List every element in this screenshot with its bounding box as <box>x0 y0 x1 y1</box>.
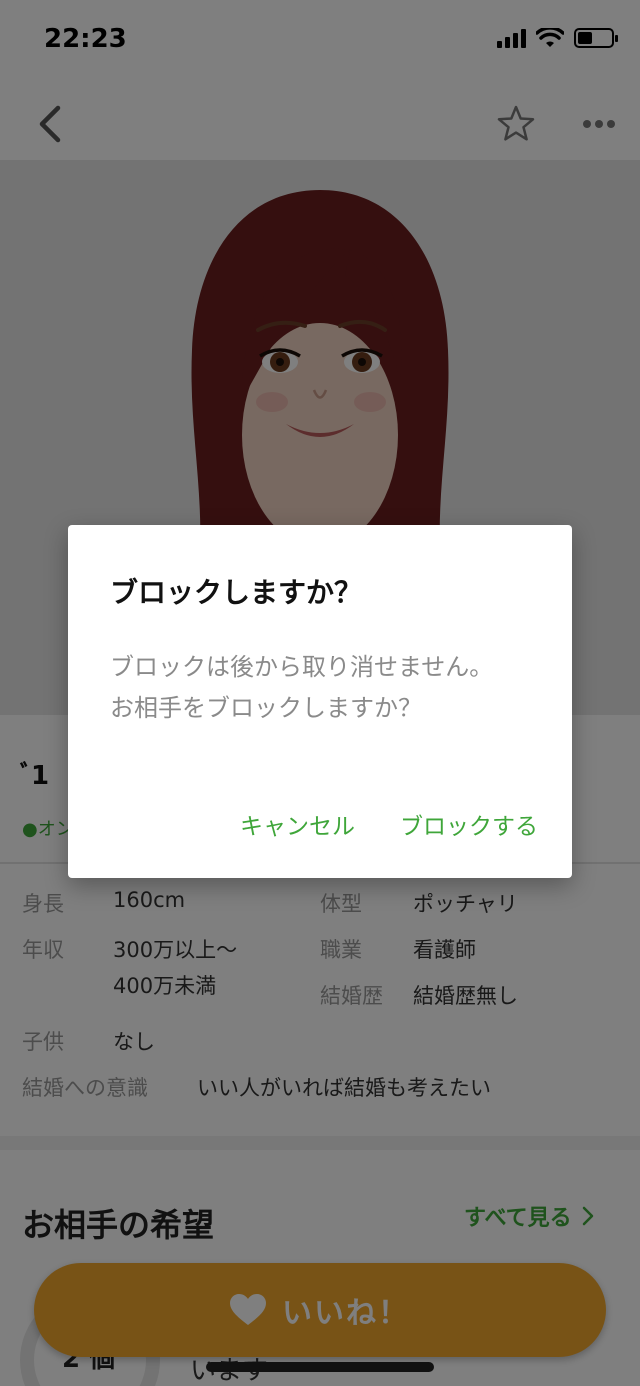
dialog-title: ブロックしますか？ <box>110 576 363 609</box>
block-confirm-dialog: ブロックしますか？ ブロックは後から取り消せません。お相手をブロックしますか？ … <box>68 525 572 878</box>
profile-screen: 22:23 <box>0 0 640 1386</box>
cancel-button[interactable]: キャンセル <box>240 807 355 841</box>
home-indicator <box>206 1362 434 1372</box>
block-button[interactable]: ブロックする <box>400 807 538 841</box>
dialog-message: ブロックは後から取り消せません。お相手をブロックしますか？ <box>110 653 494 722</box>
